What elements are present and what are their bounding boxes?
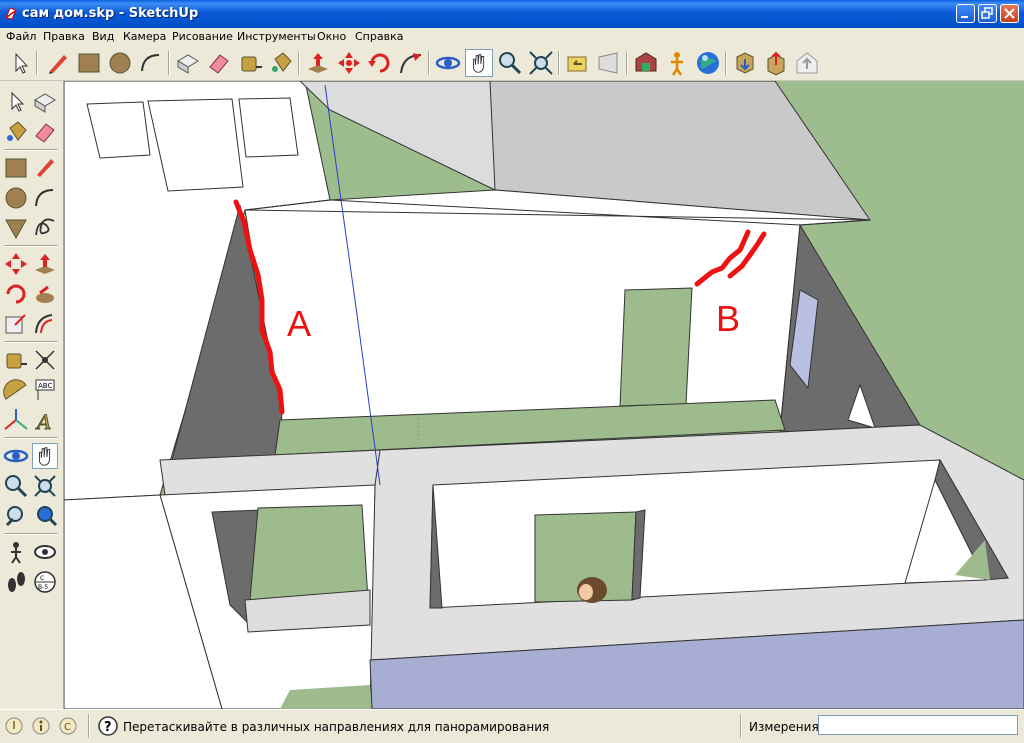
zoom-window-icon[interactable] bbox=[32, 473, 58, 499]
measurements-label: Измерения bbox=[749, 720, 819, 734]
menu-tools[interactable]: Инструменты bbox=[237, 30, 316, 43]
select-icon[interactable] bbox=[3, 89, 29, 115]
follow-me-icon[interactable] bbox=[32, 281, 58, 307]
minimize-icon bbox=[961, 16, 968, 18]
pencil-icon[interactable] bbox=[44, 49, 72, 77]
help-icon[interactable]: ? bbox=[98, 716, 118, 736]
circle-icon[interactable] bbox=[106, 49, 134, 77]
close-button[interactable] bbox=[1000, 4, 1019, 23]
back-wall bbox=[244, 189, 871, 431]
annotation-label-b: B bbox=[716, 298, 740, 339]
pencil-icon[interactable] bbox=[32, 155, 58, 181]
eraser-icon[interactable] bbox=[32, 119, 58, 145]
circle-icon[interactable] bbox=[3, 185, 29, 211]
position-camera-icon[interactable] bbox=[3, 539, 29, 565]
toggle-terrain-icon[interactable] bbox=[762, 49, 790, 77]
menu-view[interactable]: Вид bbox=[92, 30, 114, 43]
previous-view-icon[interactable] bbox=[564, 49, 592, 77]
restore-button[interactable] bbox=[978, 4, 997, 23]
menu-help[interactable]: Справка bbox=[355, 30, 403, 43]
window-title: сам дом.skp - SketchUp bbox=[22, 6, 199, 21]
protractor-icon[interactable] bbox=[3, 377, 29, 403]
scale-icon[interactable] bbox=[3, 311, 29, 337]
svg-text:C: C bbox=[64, 722, 71, 733]
menu-window[interactable]: Окно bbox=[317, 30, 346, 43]
skylight-3 bbox=[238, 97, 299, 158]
offset-icon[interactable] bbox=[32, 311, 58, 337]
left-toolbar: ABC A C B-5 bbox=[0, 81, 64, 709]
title-bar: сам дом.skp - SketchUp bbox=[0, 0, 1024, 28]
status-message: Перетаскивайте в различных направлениях … bbox=[123, 720, 550, 734]
zoom-extents-icon[interactable] bbox=[527, 49, 555, 77]
pan-icon[interactable] bbox=[32, 443, 58, 469]
text-icon[interactable]: ABC bbox=[32, 377, 58, 403]
status-bar: C ? Перетаскивайте в различных направлен… bbox=[0, 709, 1024, 743]
arc-icon[interactable] bbox=[137, 49, 165, 77]
pan-icon[interactable] bbox=[465, 49, 493, 77]
credits-icon[interactable] bbox=[32, 717, 50, 735]
svg-text:?: ? bbox=[104, 720, 112, 735]
menu-file[interactable]: Файл bbox=[6, 30, 36, 43]
push-pull-icon[interactable] bbox=[32, 251, 58, 277]
sketchup-app-icon bbox=[5, 7, 17, 20]
orbit-icon[interactable] bbox=[3, 443, 29, 469]
front-room-floor bbox=[249, 504, 369, 601]
select-icon[interactable] bbox=[6, 49, 34, 77]
svg-text:A: A bbox=[35, 410, 51, 433]
close-icon bbox=[1004, 8, 1015, 19]
svg-text:ABC: ABC bbox=[38, 382, 52, 390]
zoom-extents-icon[interactable] bbox=[32, 503, 58, 529]
orbit-icon[interactable] bbox=[434, 49, 462, 77]
menu-edit[interactable]: Правка bbox=[43, 30, 85, 43]
place-figure-icon[interactable] bbox=[663, 49, 691, 77]
tape-measure-icon[interactable] bbox=[3, 347, 29, 373]
rotate-icon[interactable] bbox=[3, 281, 29, 307]
menu-camera[interactable]: Камера bbox=[123, 30, 166, 43]
push-pull-icon[interactable] bbox=[304, 49, 332, 77]
axes-icon[interactable] bbox=[3, 407, 29, 433]
walk-icon[interactable] bbox=[3, 569, 29, 595]
arc-icon[interactable] bbox=[32, 185, 58, 211]
zoom-icon[interactable] bbox=[496, 49, 524, 77]
restore-icon bbox=[981, 7, 993, 19]
menu-draw[interactable]: Рисование bbox=[172, 30, 233, 43]
zoom-icon[interactable] bbox=[3, 473, 29, 499]
section-plane-icon[interactable]: C B-5 bbox=[32, 569, 58, 595]
dimension-icon[interactable] bbox=[32, 347, 58, 373]
3d-text-icon[interactable]: A bbox=[32, 407, 58, 434]
paint-bucket-icon[interactable] bbox=[3, 119, 29, 145]
measurements-input[interactable] bbox=[818, 715, 1018, 735]
follow-me-icon[interactable] bbox=[397, 49, 425, 77]
tape-measure-icon[interactable] bbox=[236, 49, 264, 77]
rectangle-icon[interactable] bbox=[75, 49, 103, 77]
get-current-view-icon[interactable] bbox=[731, 49, 759, 77]
geo-location-icon[interactable] bbox=[5, 717, 23, 735]
svg-text:B-5: B-5 bbox=[38, 584, 48, 591]
previous-icon[interactable] bbox=[3, 503, 29, 529]
model-viewport[interactable]: A B bbox=[64, 81, 1024, 709]
main-toolbar bbox=[0, 46, 1024, 81]
rectangle-icon[interactable] bbox=[3, 155, 29, 181]
minimize-button[interactable] bbox=[956, 4, 975, 23]
move-icon[interactable] bbox=[3, 251, 29, 277]
license-icon[interactable]: C bbox=[59, 717, 77, 735]
paint-bucket-icon[interactable] bbox=[267, 49, 295, 77]
model-canvas[interactable]: A B bbox=[64, 81, 1024, 709]
make-component-icon[interactable] bbox=[32, 89, 58, 115]
make-component-icon[interactable] bbox=[174, 49, 202, 77]
share-component-icon[interactable] bbox=[793, 49, 821, 77]
get-models-icon[interactable] bbox=[632, 49, 660, 77]
polygon-icon[interactable] bbox=[3, 215, 29, 241]
freehand-icon[interactable] bbox=[32, 215, 58, 241]
menu-bar: Файл Правка Вид Камера Рисование Инструм… bbox=[0, 28, 1024, 46]
google-earth-icon[interactable] bbox=[694, 49, 722, 77]
annotation-label-a: A bbox=[287, 303, 311, 344]
next-view-icon[interactable] bbox=[595, 49, 623, 77]
door-back bbox=[619, 287, 693, 407]
move-icon[interactable] bbox=[335, 49, 363, 77]
look-around-icon[interactable] bbox=[32, 539, 58, 565]
rotate-icon[interactable] bbox=[366, 49, 394, 77]
svg-text:C: C bbox=[40, 575, 44, 582]
eraser-icon[interactable] bbox=[205, 49, 233, 77]
